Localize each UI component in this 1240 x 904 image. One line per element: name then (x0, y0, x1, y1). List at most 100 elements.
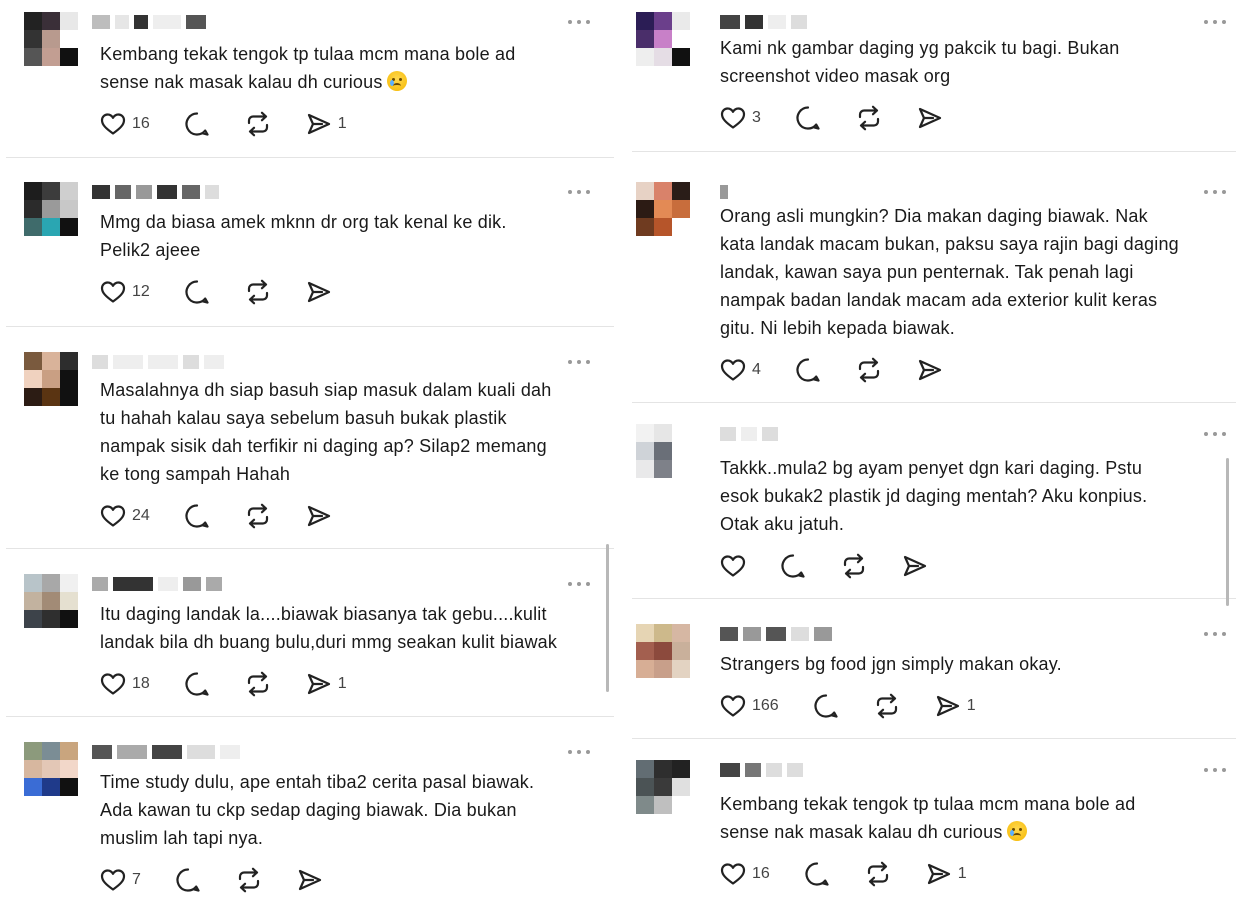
right-thread-panel: Kami nk gambar daging yg pakcik tu bagi.… (626, 0, 1240, 904)
username[interactable] (720, 184, 728, 200)
like-button[interactable]: 24 (100, 504, 150, 528)
avatar[interactable] (24, 12, 78, 66)
reply-button[interactable] (184, 503, 210, 529)
repost-button[interactable] (244, 671, 272, 697)
divider (6, 326, 614, 327)
like-button[interactable]: 4 (720, 358, 761, 382)
repost-button[interactable] (864, 861, 892, 887)
share-button[interactable]: 1 (306, 672, 347, 696)
comment-text-line: Ada kawan tu ckp sedap daging biawak. Di… (100, 800, 517, 820)
comment-text-line: Otak aku jatuh. (720, 514, 845, 534)
reply-button[interactable] (780, 553, 806, 579)
username[interactable] (92, 184, 219, 200)
reply-button[interactable] (804, 861, 830, 887)
repost-button[interactable] (840, 553, 868, 579)
comment-text-line: sense nak masak kalau dh curious (100, 68, 407, 96)
heart-icon (720, 554, 746, 578)
comment-post: Itu daging landak la....biawak biasanya … (0, 0, 618, 904)
like-button[interactable]: 16 (100, 112, 150, 136)
share-count: 1 (337, 115, 347, 132)
repost-button[interactable] (855, 357, 883, 383)
share-button[interactable]: 1 (926, 862, 967, 886)
repost-icon (244, 279, 272, 305)
reply-button[interactable] (184, 279, 210, 305)
more-icon[interactable] (568, 580, 590, 588)
share-button[interactable]: 1 (306, 112, 347, 136)
comment-text-line: ke tong sampah Hahah (100, 464, 291, 484)
divider (632, 402, 1236, 403)
share-button[interactable] (917, 358, 943, 382)
comment-text-line: muslim lah tapi nya. (100, 828, 264, 848)
divider (6, 716, 614, 717)
repost-icon (855, 357, 883, 383)
like-button[interactable] (720, 554, 746, 578)
share-button[interactable] (917, 106, 943, 130)
action-bar: 166 1 (720, 692, 1010, 720)
avatar[interactable] (636, 182, 690, 236)
comment-post: Kami nk gambar daging yg pakcik tu bagi.… (626, 0, 1240, 904)
heart-icon (100, 280, 126, 304)
avatar[interactable] (24, 574, 78, 628)
share-button[interactable] (902, 554, 928, 578)
more-icon[interactable] (1204, 188, 1226, 196)
comment-icon (184, 279, 210, 305)
reply-button[interactable] (813, 693, 839, 719)
more-icon[interactable] (1204, 766, 1226, 774)
share-button[interactable] (306, 280, 332, 304)
username[interactable] (92, 744, 240, 760)
username[interactable] (720, 762, 803, 778)
username[interactable] (92, 576, 222, 592)
reply-button[interactable] (184, 671, 210, 697)
avatar[interactable] (636, 760, 690, 814)
reply-button[interactable] (795, 357, 821, 383)
more-icon[interactable] (1204, 18, 1226, 26)
repost-button[interactable] (244, 279, 272, 305)
avatar[interactable] (24, 352, 78, 406)
repost-button[interactable] (873, 693, 901, 719)
repost-button[interactable] (855, 105, 883, 131)
repost-button[interactable] (244, 503, 272, 529)
more-icon[interactable] (1204, 630, 1226, 638)
like-button[interactable]: 12 (100, 280, 150, 304)
avatar[interactable] (636, 12, 690, 66)
like-button[interactable]: 3 (720, 106, 761, 130)
repost-button[interactable] (244, 111, 272, 137)
avatar[interactable] (636, 624, 690, 678)
send-icon (935, 694, 961, 718)
like-button[interactable]: 18 (100, 672, 150, 696)
scrollbar[interactable] (1226, 458, 1229, 606)
like-count: 4 (752, 361, 761, 378)
username[interactable] (92, 354, 224, 370)
share-button[interactable]: 1 (935, 694, 976, 718)
more-icon[interactable] (568, 748, 590, 756)
share-button[interactable] (306, 504, 332, 528)
comment-icon (780, 553, 806, 579)
reply-button[interactable] (795, 105, 821, 131)
comment-text-line: Orang asli mungkin? Dia makan daging bia… (720, 206, 1148, 226)
avatar[interactable] (24, 742, 78, 796)
username[interactable] (720, 426, 778, 442)
heart-icon (720, 862, 746, 886)
comment-text-line: Masalahnya dh siap basuh siap masuk dala… (100, 380, 552, 400)
more-icon[interactable] (568, 188, 590, 196)
scrollbar[interactable] (606, 544, 609, 692)
share-button[interactable] (297, 868, 323, 892)
avatar[interactable] (636, 424, 690, 478)
more-icon[interactable] (568, 18, 590, 26)
reply-button[interactable] (184, 111, 210, 137)
reply-button[interactable] (175, 867, 201, 893)
like-button[interactable]: 166 (720, 694, 779, 718)
like-button[interactable]: 7 (100, 868, 141, 892)
username[interactable] (720, 626, 832, 642)
more-icon[interactable] (568, 358, 590, 366)
comment-post: Strangers bg food jgn simply makan okay.… (626, 0, 1240, 904)
repost-icon (864, 861, 892, 887)
avatar[interactable] (24, 182, 78, 236)
repost-button[interactable] (235, 867, 263, 893)
crying-emoji-icon (386, 71, 407, 91)
like-button[interactable]: 16 (720, 862, 770, 886)
username[interactable] (92, 14, 206, 30)
username[interactable] (720, 14, 807, 30)
comment-text-line: Mmg da biasa amek mknn dr org tak kenal … (100, 212, 507, 232)
more-icon[interactable] (1204, 430, 1226, 438)
